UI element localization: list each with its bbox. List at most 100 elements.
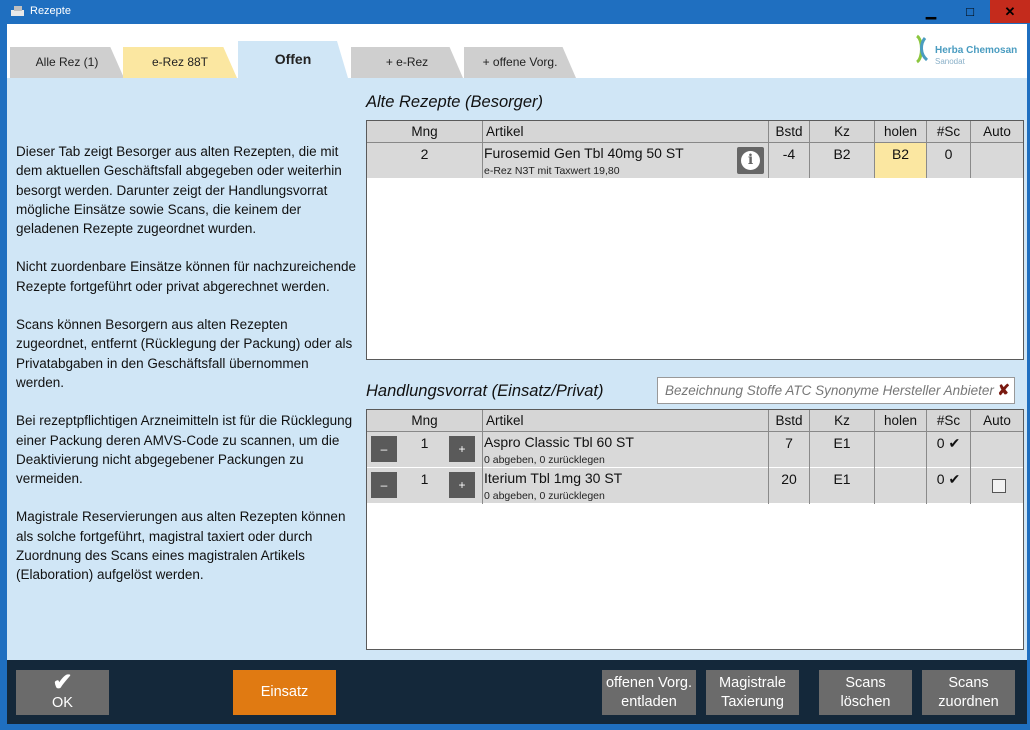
description-paragraph: Magistrale Reservierungen aus alten Reze…	[16, 509, 346, 583]
cell-mng: 2	[420, 146, 429, 162]
info-icon: i	[741, 151, 760, 170]
cell-sc: 0 ✔	[936, 471, 961, 487]
cell-artikel-detail: e-Rez N3T mit Taxwert 19,80	[484, 165, 620, 177]
delete-scans-button[interactable]: Scans löschen	[819, 670, 912, 715]
cell-bstd: 7	[785, 435, 793, 451]
col-header-holen[interactable]: holen	[875, 124, 926, 139]
decrease-quantity-button[interactable]: –	[371, 436, 397, 462]
app-icon	[11, 6, 24, 16]
magistral-taxation-button[interactable]: Magistrale Taxierung	[706, 670, 799, 715]
cell-sc: 0 ✔	[936, 435, 961, 451]
table-row[interactable]: 2 Furosemid Gen Tbl 40mg 50 ST e-Rez N3T…	[367, 143, 1023, 179]
column-divider	[874, 410, 875, 504]
cell-holen[interactable]: B2	[875, 146, 926, 162]
column-divider	[482, 410, 483, 504]
button-label: offenen Vorg.	[605, 675, 692, 691]
increase-quantity-button[interactable]: +	[449, 436, 475, 462]
assign-scans-button[interactable]: Scans zuordnen	[922, 670, 1015, 715]
column-divider	[970, 410, 971, 504]
tab-offen[interactable]: Offen	[238, 41, 348, 78]
tab-description: Dieser Tab zeigt Besorger aus alten Reze…	[16, 142, 356, 604]
unload-open-transactions-button[interactable]: offenen Vorg. entladen	[602, 670, 696, 715]
cell-kz: E1	[833, 435, 851, 451]
cell-kz: B2	[833, 146, 851, 162]
column-divider	[809, 121, 810, 178]
grid-header: Mng Artikel Bstd Kz holen #Sc Auto	[367, 121, 1023, 143]
description-paragraph: Bei rezeptpflichtigen Arzneimitteln ist …	[16, 413, 353, 487]
description-paragraph: Dieser Tab zeigt Besorger aus alten Reze…	[16, 144, 342, 237]
button-label: entladen	[621, 694, 677, 710]
column-divider	[970, 121, 971, 178]
increase-quantity-button[interactable]: +	[449, 472, 475, 498]
main-frame: Alle Rez (1) e-Rez 88T Offen + e-Rez + o…	[7, 24, 1027, 724]
decrease-quantity-button[interactable]: –	[371, 472, 397, 498]
button-label: zuordnen	[938, 694, 999, 710]
cell-bstd: 20	[781, 471, 797, 487]
button-label: Scans	[845, 675, 886, 691]
clear-search-icon[interactable]: ✘	[997, 381, 1010, 399]
col-header-holen[interactable]: holen	[875, 413, 926, 428]
col-header-kz[interactable]: Kz	[810, 413, 874, 428]
col-header-bstd[interactable]: Bstd	[769, 124, 809, 139]
grid-header: Mng Artikel Bstd Kz holen #Sc Auto	[367, 410, 1023, 432]
column-divider	[768, 410, 769, 504]
ok-label: OK	[52, 695, 73, 711]
column-divider	[874, 121, 875, 178]
col-header-bstd[interactable]: Bstd	[769, 413, 809, 428]
logo-subtitle: Sanodat	[935, 57, 965, 66]
table-row[interactable]: – 1 + Iterium Tbl 1mg 30 ST 0 abgeben, 0…	[367, 468, 1023, 504]
tab-add-offene-vorg[interactable]: + offene Vorg.	[464, 47, 576, 78]
tab-strip: Alle Rez (1) e-Rez 88T Offen + e-Rez + o…	[7, 24, 1027, 78]
cell-bstd: -4	[782, 146, 796, 162]
handlungsvorrat-grid: Mng Artikel Bstd Kz holen #Sc Auto – 1 +…	[366, 409, 1024, 650]
button-label: Taxierung	[721, 694, 784, 710]
einsatz-button[interactable]: Einsatz	[233, 670, 336, 715]
ok-button[interactable]: ✔ OK	[16, 670, 109, 715]
column-divider	[926, 121, 927, 178]
col-header-sc[interactable]: #Sc	[927, 124, 970, 139]
col-header-kz[interactable]: Kz	[810, 124, 874, 139]
column-divider	[809, 410, 810, 504]
maximize-button[interactable]: □	[951, 0, 989, 23]
tab-e-rez[interactable]: e-Rez 88T	[123, 47, 237, 78]
cell-mng: 1	[420, 471, 429, 487]
search-placeholder: Bezeichnung Stoffe ATC Synonyme Herstell…	[665, 383, 994, 398]
close-button[interactable]: ✕	[990, 0, 1030, 23]
info-button[interactable]: i	[737, 147, 764, 174]
col-header-sc[interactable]: #Sc	[927, 413, 970, 428]
cell-artikel-detail: 0 abgeben, 0 zurücklegen	[484, 454, 605, 466]
action-bar: ✔ OK Einsatz offenen Vorg. entladen Magi…	[7, 660, 1027, 724]
col-header-auto[interactable]: Auto	[971, 413, 1023, 428]
cell-artikel: Aspro Classic Tbl 60 ST	[484, 434, 634, 450]
auto-checkbox[interactable]	[992, 479, 1006, 493]
company-logo: Herba Chemosan Sanodat	[913, 34, 1023, 68]
column-divider	[768, 121, 769, 178]
col-header-mng[interactable]: Mng	[367, 124, 482, 139]
button-label: löschen	[840, 694, 891, 710]
alte-rezepte-grid: Mng Artikel Bstd Kz holen #Sc Auto 2 Fur…	[366, 120, 1024, 360]
cell-artikel-detail: 0 abgeben, 0 zurücklegen	[484, 490, 605, 502]
cell-kz: E1	[833, 471, 851, 487]
tab-add-e-rez[interactable]: + e-Rez	[351, 47, 463, 78]
window-title: Rezepte	[30, 5, 71, 17]
tab-alle-rez[interactable]: Alle Rez (1)	[10, 47, 124, 78]
cell-artikel: Iterium Tbl 1mg 30 ST	[484, 470, 623, 486]
handlungsvorrat-title: Handlungsvorrat (Einsatz/Privat)	[366, 382, 604, 400]
description-paragraph: Nicht zuordenbare Einsätze können für na…	[16, 259, 356, 294]
button-label: Scans	[948, 675, 989, 691]
col-header-artikel[interactable]: Artikel	[486, 413, 524, 428]
description-paragraph: Scans können Besorgern aus alten Rezepte…	[16, 317, 353, 390]
minimize-button[interactable]: ▁	[912, 0, 950, 23]
cell-artikel: Furosemid Gen Tbl 40mg 50 ST	[484, 145, 684, 161]
button-label: Magistrale	[719, 675, 786, 691]
logo-mark-icon	[915, 34, 929, 64]
col-header-artikel[interactable]: Artikel	[486, 124, 524, 139]
title-bar: Rezepte ▁ □ ✕	[0, 0, 1030, 24]
col-header-auto[interactable]: Auto	[971, 124, 1023, 139]
search-field[interactable]: Bezeichnung Stoffe ATC Synonyme Herstell…	[657, 377, 1015, 404]
col-header-mng[interactable]: Mng	[367, 413, 482, 428]
logo-name: Herba Chemosan	[935, 45, 1018, 56]
cell-mng: 1	[420, 435, 429, 451]
table-row[interactable]: – 1 + Aspro Classic Tbl 60 ST 0 abgeben,…	[367, 432, 1023, 468]
column-divider	[482, 121, 483, 178]
